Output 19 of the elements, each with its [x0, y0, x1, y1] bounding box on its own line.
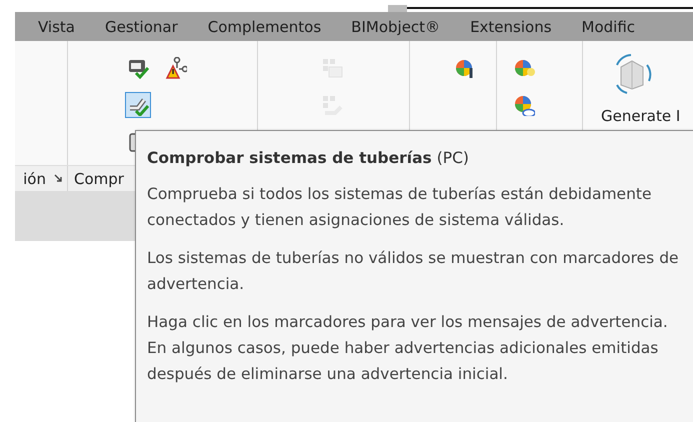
menu-tab[interactable]: Complementos	[184, 18, 322, 36]
warning-network-icon	[165, 56, 187, 78]
tooltip-text: Haga clic en los marcadores para ver los mensajes de advertencia. En algunos casos, puede haber advertencias adicionales emitidas después de eliminarse una advertencia inicial.	[147, 312, 669, 385]
tab-handle	[388, 5, 407, 12]
menu-tab[interactable]: Vista	[15, 18, 75, 36]
dialog-launcher-icon[interactable]	[54, 174, 63, 183]
generate-button[interactable]: Generate I	[583, 49, 693, 125]
menu-tab[interactable]: BIMobject®	[328, 18, 440, 36]
tooltip-title: Comprobar sistemas de tuberías (PC)	[147, 148, 470, 169]
color-wheel-cloud-icon	[513, 94, 535, 116]
panel-label: ión	[23, 170, 46, 188]
warning-network-button[interactable]	[163, 54, 189, 80]
tooltip-text: Comprueba si todos los sistemas de tuberías están debidamente conectados y tienen asignaciones de sistema válidas.	[147, 184, 653, 231]
menu-tab[interactable]: Gestionar	[82, 18, 178, 36]
menu-tab[interactable]: Extensions	[447, 18, 552, 36]
tooltip-text: Los sistemas de tuberías no válidos se muestran con marcadores de advertencia.	[147, 248, 680, 295]
panel-label: Compr	[74, 170, 124, 188]
menu-tab[interactable]: Modific	[558, 18, 636, 36]
pipe-check-button[interactable]	[125, 92, 151, 118]
